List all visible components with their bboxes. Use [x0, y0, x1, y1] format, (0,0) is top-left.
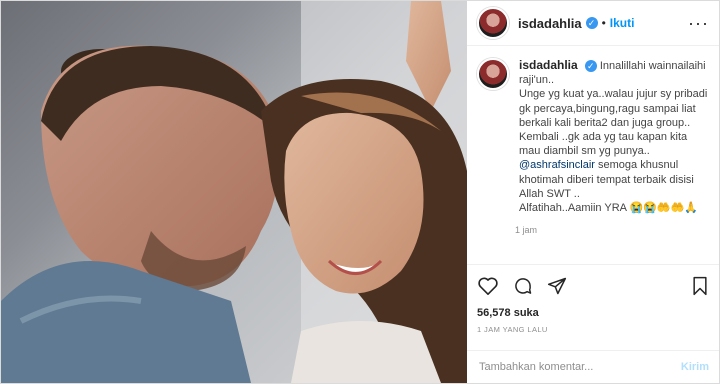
caption-line-3: Kembali ..gk ada yg tau kapan kita mau d…: [519, 131, 688, 158]
post-timestamp: 1 JAM YANG LALU: [477, 325, 548, 334]
comments-area: isdadahlia ✓ Innalillahi wainnailaihi ra…: [467, 46, 719, 264]
bookmark-icon[interactable]: [691, 276, 709, 296]
add-comment-bar: Kirim: [467, 350, 719, 383]
mention-link[interactable]: @ashrafsinclair: [519, 159, 595, 171]
caption-line-2: Unge yg kuat ya..walau jujur sy pribadi …: [519, 88, 708, 129]
comment-input[interactable]: [477, 360, 681, 374]
share-icon[interactable]: [547, 276, 567, 296]
avatar[interactable]: [477, 7, 509, 39]
comment-icon[interactable]: [513, 276, 533, 296]
post-header: isdadahlia ✓ • Ikuti ···: [467, 1, 719, 46]
caption-line-5: Alfatihah..Aamiin YRA 😭😭🤲🤲🙏: [519, 202, 698, 215]
action-icons: [477, 273, 709, 299]
follow-button[interactable]: Ikuti: [610, 16, 635, 30]
action-bar: 56,578 suka 1 JAM YANG LALU: [467, 264, 719, 350]
caption-time: 1 jam: [515, 225, 538, 236]
like-count[interactable]: 56,578 suka: [477, 307, 709, 319]
caption-username[interactable]: isdadahlia: [519, 58, 578, 72]
photo-illustration: [1, 1, 467, 383]
username[interactable]: isdadahlia: [518, 16, 582, 31]
separator-dot: •: [601, 16, 606, 30]
post-sidebar: isdadahlia ✓ • Ikuti ··· isdadahlia ✓ In…: [467, 1, 719, 383]
heart-icon[interactable]: [477, 276, 499, 296]
verified-badge-icon: ✓: [585, 17, 598, 29]
instagram-post: isdadahlia ✓ • Ikuti ··· isdadahlia ✓ In…: [0, 0, 720, 384]
caption-text: isdadahlia ✓ Innalillahi wainnailaihi ra…: [519, 58, 709, 215]
verified-badge-icon: ✓: [584, 60, 597, 73]
caption: isdadahlia ✓ Innalillahi wainnailaihi ra…: [477, 58, 709, 215]
more-icon[interactable]: ···: [688, 13, 709, 34]
post-comment-button[interactable]: Kirim: [681, 361, 709, 373]
post-photo[interactable]: [1, 1, 467, 383]
caption-avatar[interactable]: [477, 58, 509, 90]
